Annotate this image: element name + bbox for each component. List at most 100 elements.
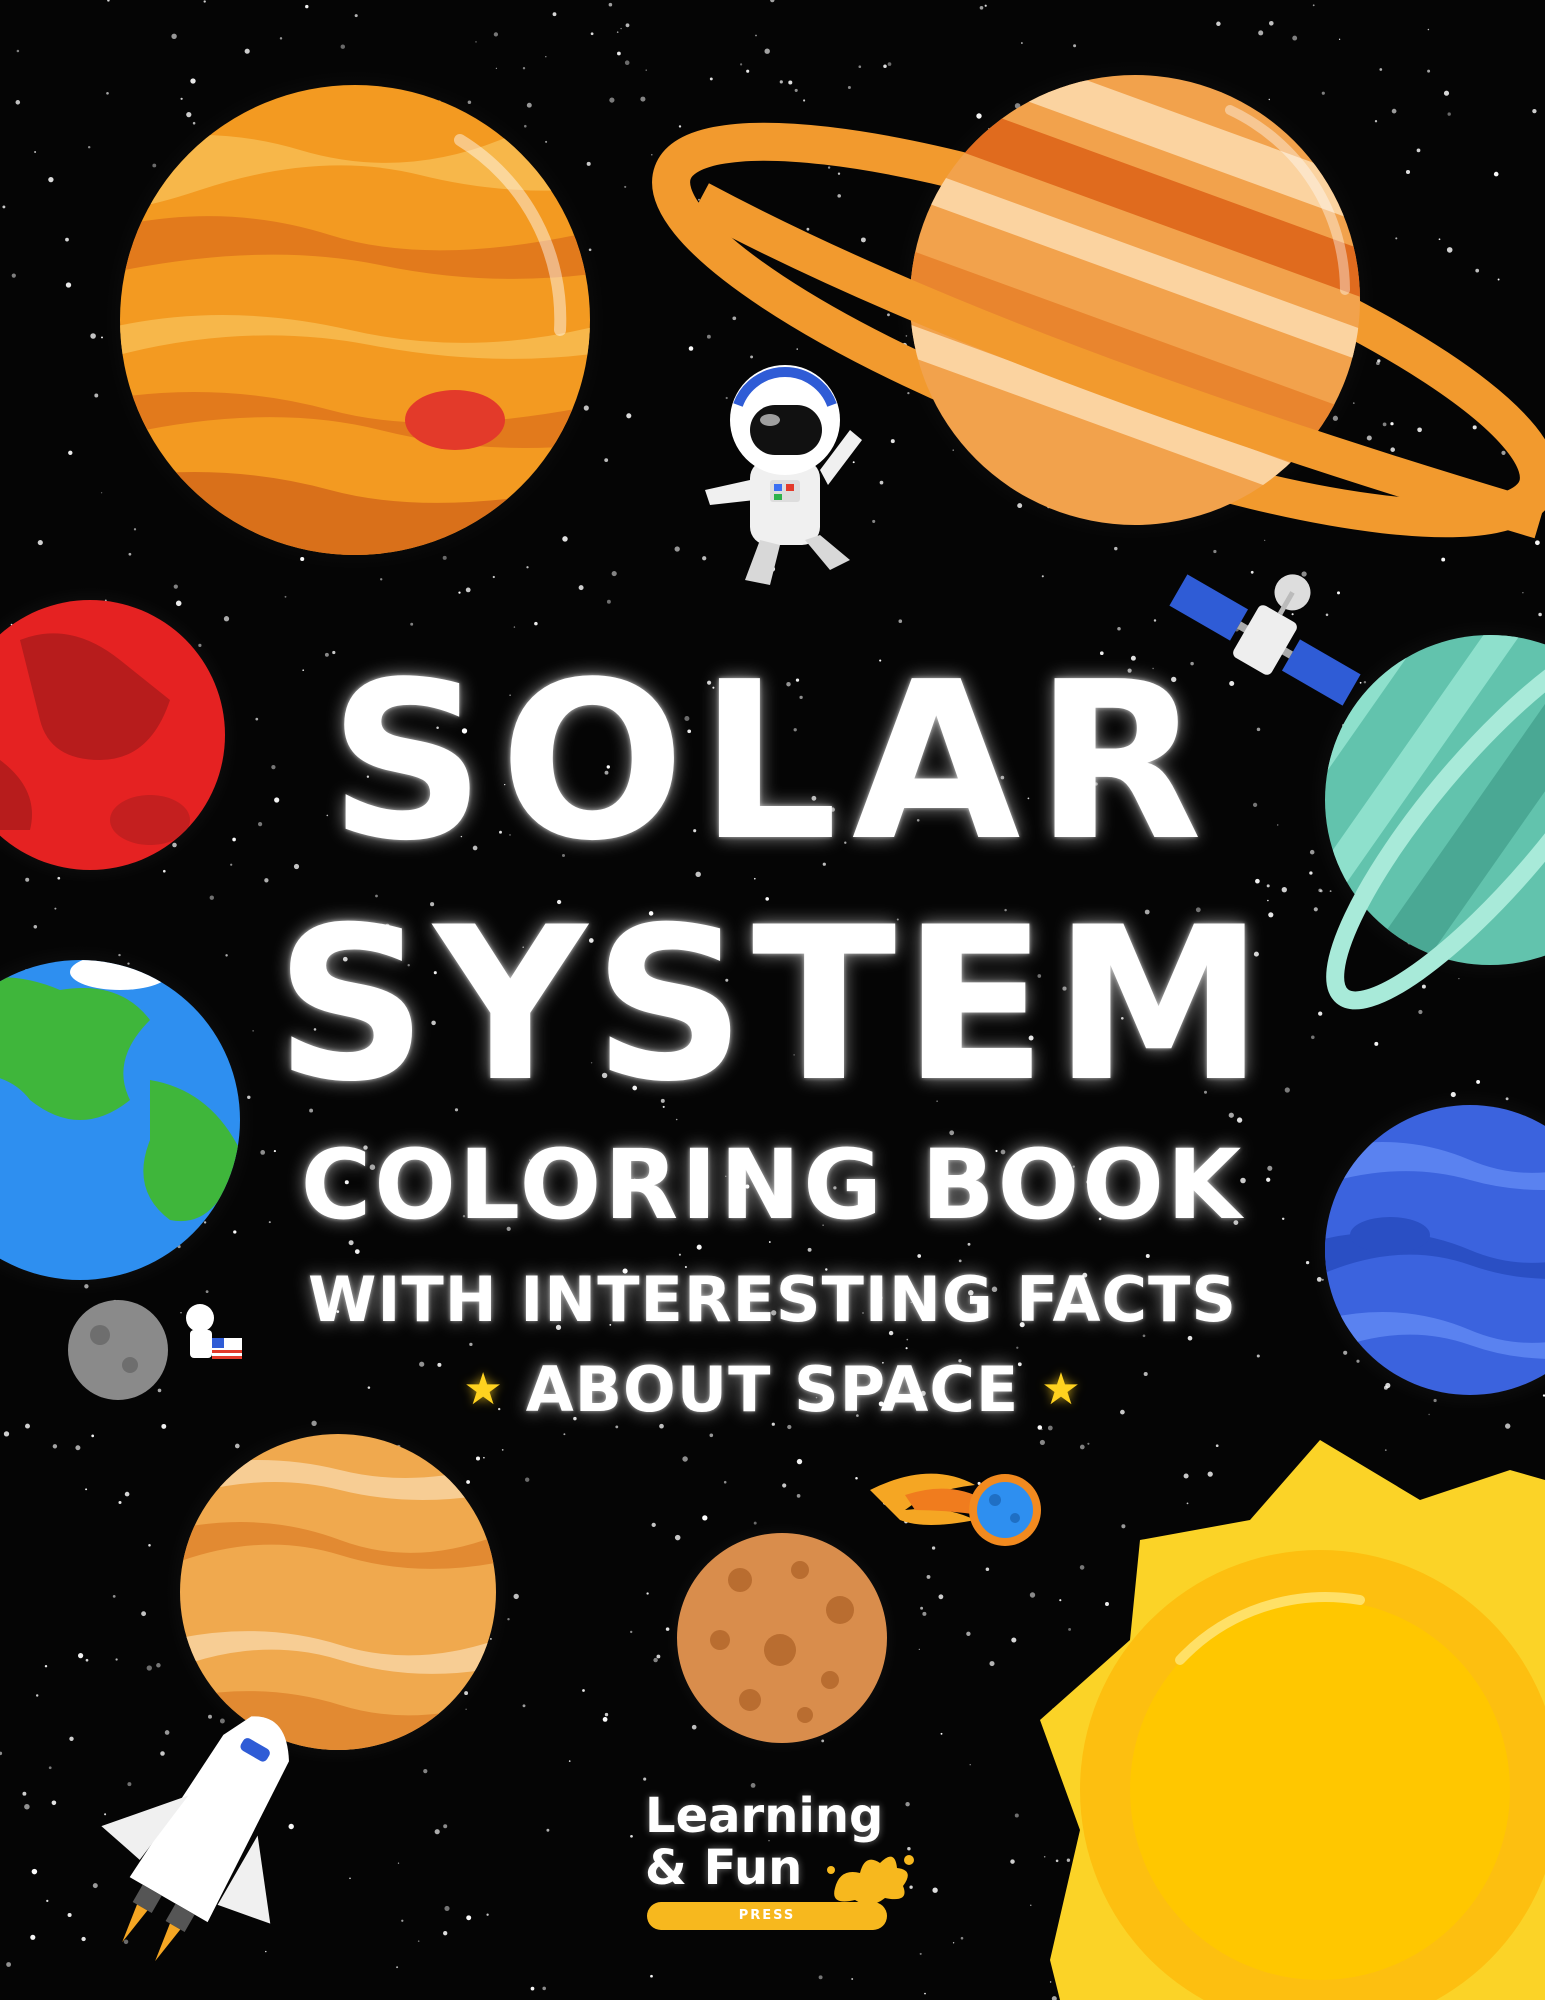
- star-dot: [124, 1491, 130, 1497]
- star-dot: [960, 1936, 964, 1940]
- star-dot: [740, 63, 743, 66]
- star-dot: [354, 1249, 360, 1254]
- star-dot: [180, 97, 183, 100]
- star-dot: [305, 4, 309, 9]
- star-dot: [443, 1931, 448, 1936]
- star-dot: [1145, 1254, 1150, 1258]
- star-dot: [604, 458, 609, 463]
- star-dot: [643, 1777, 647, 1781]
- star-dot: [562, 536, 568, 542]
- star-dot: [396, 1966, 399, 1969]
- mercury-planet: [667, 1523, 897, 1753]
- star-dot: [586, 161, 591, 166]
- star-dot: [1066, 1858, 1071, 1862]
- star-dot: [1390, 422, 1394, 426]
- star-dot: [1068, 1627, 1072, 1631]
- star-dot: [545, 140, 548, 143]
- star-dot: [578, 585, 584, 591]
- star-dot: [85, 1488, 88, 1491]
- star-dot: [723, 1480, 727, 1484]
- star-dot: [1374, 120, 1378, 123]
- star-icon-left: ★: [463, 1364, 504, 1415]
- star-dot: [917, 1254, 922, 1258]
- star-dot: [100, 492, 103, 494]
- star-dot: [475, 1456, 481, 1461]
- star-dot: [1264, 539, 1266, 542]
- star-dot: [545, 55, 547, 58]
- star-dot: [1292, 35, 1298, 41]
- star-dot: [146, 1665, 152, 1671]
- star-dot: [682, 1456, 688, 1462]
- star-dot: [1014, 1813, 1019, 1818]
- star-dot: [920, 1606, 924, 1610]
- star-dot: [1325, 613, 1329, 617]
- star-dot: [1153, 619, 1157, 622]
- title-line-2: SYSTEM: [274, 881, 1271, 1128]
- star-dot: [698, 198, 700, 201]
- star-dot: [770, 0, 775, 3]
- star-dot: [16, 49, 20, 53]
- star-dot: [651, 1522, 656, 1528]
- star-dot: [51, 1800, 57, 1806]
- star-dot: [702, 1515, 708, 1521]
- star-dot: [443, 1824, 448, 1829]
- star-dot: [1087, 1442, 1090, 1445]
- star-dot: [1105, 1602, 1109, 1606]
- subtitle-about-space: ABOUT SPACE: [525, 1353, 1020, 1426]
- star-dot: [1366, 435, 1372, 441]
- star-dot: [796, 1494, 801, 1498]
- star-dot: [926, 1574, 931, 1579]
- star-dot: [979, 5, 984, 10]
- star-dot: [264, 878, 269, 883]
- star-dot: [65, 237, 69, 242]
- star-dot: [852, 461, 855, 464]
- star-dot: [1216, 21, 1221, 27]
- star-dot: [796, 348, 798, 350]
- star-dot: [25, 877, 30, 882]
- star-dot: [52, 1444, 58, 1449]
- star-dot: [1501, 450, 1506, 456]
- star-dot: [340, 44, 346, 49]
- star-dot: [803, 99, 806, 102]
- star-dot: [186, 112, 192, 118]
- star-dot: [1416, 148, 1421, 153]
- star-dot: [922, 1611, 927, 1616]
- star-dot: [887, 62, 892, 66]
- star-dot: [796, 1458, 803, 1465]
- star-dot: [1059, 1599, 1062, 1602]
- star-dot: [542, 1986, 546, 1991]
- sun: [1040, 1440, 1545, 2000]
- star-dot: [112, 1595, 116, 1598]
- star-dot: [1538, 612, 1542, 617]
- star-dot: [101, 336, 103, 339]
- star-dot: [678, 1253, 681, 1256]
- star-dot: [526, 102, 532, 108]
- star-dot: [265, 1950, 267, 1953]
- star-dot: [651, 153, 653, 156]
- star-dot: [1390, 447, 1395, 452]
- star-dot: [85, 1658, 89, 1662]
- star-dot: [164, 1730, 170, 1735]
- star-dot: [466, 1915, 472, 1921]
- star-dot: [989, 1661, 995, 1667]
- star-dot: [81, 1936, 86, 1942]
- star-dot: [905, 1347, 908, 1350]
- star-dot: [522, 1704, 526, 1708]
- star-dot: [919, 1952, 922, 1955]
- star-dot: [750, 355, 754, 359]
- star-dot: [495, 67, 498, 69]
- star-dot: [616, 31, 619, 33]
- star-dot: [48, 1766, 52, 1770]
- star-dot: [104, 1813, 107, 1816]
- book-cover: SOLAR SYSTEM COLORING BOOK WITH INTEREST…: [0, 0, 1545, 2000]
- star-dot: [442, 555, 447, 560]
- star-dot: [674, 1534, 681, 1541]
- publisher-logo: Learning & Fun PRESS: [645, 1790, 935, 1940]
- star-dot: [851, 1978, 854, 1980]
- star-dot: [1384, 1449, 1387, 1451]
- star-dot: [133, 528, 137, 531]
- star-dot: [44, 1664, 48, 1668]
- star-dot: [1016, 1346, 1019, 1349]
- star-dot: [552, 12, 557, 17]
- star-dot: [397, 1862, 400, 1864]
